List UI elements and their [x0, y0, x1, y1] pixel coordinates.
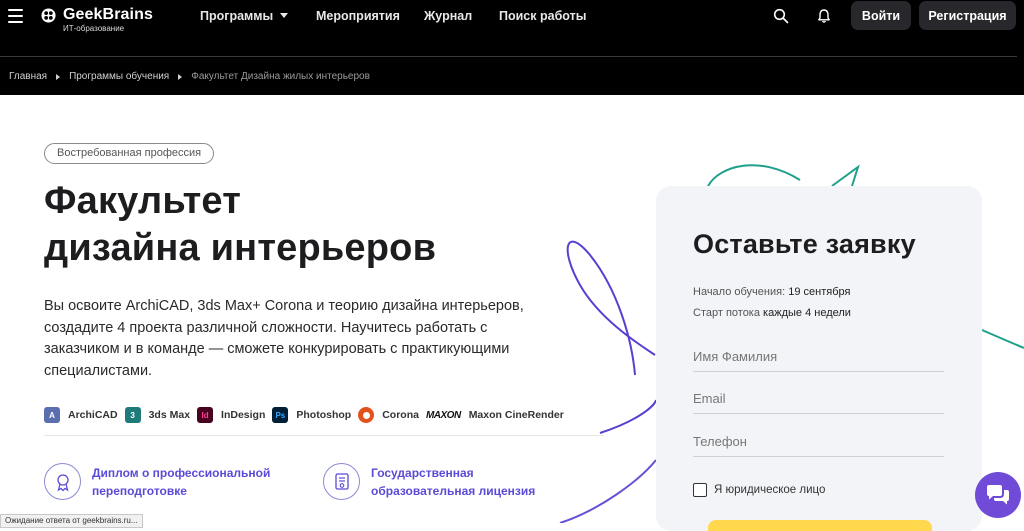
- form-title: Оставьте заявку: [693, 229, 916, 259]
- feature-line: Диплом о профессиональной: [92, 465, 271, 480]
- tool-3dsmax: 3 3ds Max: [124, 407, 191, 423]
- tools-list: A ArchiCAD 3 3ds Max Id InDesign Ps Phot…: [44, 406, 571, 424]
- breadcrumb-current: Факультет Дизайна жилых интерьеров: [191, 71, 370, 82]
- breadcrumb-separator-icon: [178, 73, 183, 80]
- email-input[interactable]: [693, 383, 944, 414]
- submit-button[interactable]: [708, 520, 932, 531]
- stream-info: Старт потока каждые 4 недели: [693, 307, 851, 319]
- nav-programs[interactable]: Программы: [200, 9, 273, 23]
- tool-label: Maxon CineRender: [468, 409, 564, 421]
- tool-label: ArchiCAD: [68, 409, 118, 421]
- tool-archicad: A ArchiCAD: [44, 407, 118, 423]
- geekbrains-logo-icon: [41, 8, 56, 23]
- hamburger-menu-icon[interactable]: [8, 9, 23, 23]
- start-date-value: 19 сентября: [788, 286, 851, 298]
- stream-label: Старт потока: [693, 307, 760, 319]
- tool-label: Photoshop: [296, 409, 352, 421]
- page-title-line2: дизайна интерьеров: [44, 227, 437, 269]
- archicad-icon: A: [44, 407, 60, 423]
- application-form: Оставьте заявку Начало обучения: 19 сент…: [656, 186, 982, 531]
- tool-label: Corona: [382, 409, 419, 421]
- feature-line: образовательная лицензия: [371, 483, 536, 498]
- feature-license: Государственная образовательная лицензия: [323, 463, 535, 500]
- chat-button[interactable]: [975, 472, 1021, 518]
- chevron-down-icon[interactable]: [280, 13, 288, 18]
- start-date-info: Начало обучения: 19 сентября: [693, 286, 850, 298]
- browser-status-bar: Ожидание ответа от geekbrains.ru...: [0, 514, 143, 528]
- indesign-icon: Id: [197, 407, 214, 423]
- search-icon[interactable]: [773, 8, 789, 24]
- hero-description: Вы освоите ArchiCAD, 3ds Max+ Corona и т…: [44, 298, 524, 379]
- legal-entity-row: Я юридическое лицо: [693, 483, 825, 497]
- register-button[interactable]: Регистрация: [919, 1, 1016, 30]
- stream-value: каждые 4 недели: [763, 307, 851, 319]
- photoshop-icon: Ps: [272, 407, 289, 423]
- tool-maxon: MAXON Maxon CineRender: [426, 409, 564, 421]
- feature-diploma: Диплом о профессиональной переподготовке: [44, 463, 270, 500]
- main-nav: GeekBrains ИТ-образование Программы Меро…: [0, 0, 1024, 33]
- breadcrumb-home[interactable]: Главная: [9, 71, 47, 82]
- tools-divider: [44, 435, 604, 436]
- tool-label: InDesign: [221, 409, 266, 421]
- start-date-label: Начало обучения:: [693, 286, 786, 298]
- page-title-line1: Факультет: [44, 180, 242, 222]
- bell-icon[interactable]: [816, 8, 832, 24]
- logo-tagline: ИТ-образование: [63, 24, 125, 33]
- tool-label: 3ds Max: [148, 409, 191, 421]
- phone-input[interactable]: [693, 426, 944, 457]
- diploma-seal-icon: [44, 463, 81, 500]
- logo-name: GeekBrains: [63, 6, 153, 23]
- nav-journal[interactable]: Журнал: [424, 9, 472, 23]
- page-title: Факультет дизайна интерьеров: [44, 178, 436, 272]
- legal-entity-checkbox[interactable]: [693, 483, 707, 497]
- nav-events[interactable]: Мероприятия: [316, 9, 400, 23]
- login-button[interactable]: Войти: [851, 1, 911, 30]
- breadcrumb-separator-icon: [56, 73, 61, 80]
- maxon-logo: MAXON: [425, 409, 461, 421]
- feature-line: Государственная: [371, 465, 474, 480]
- site-header: GeekBrains ИТ-образование Программы Меро…: [0, 0, 1024, 95]
- tool-photoshop: Ps Photoshop: [272, 407, 351, 423]
- corona-icon: [358, 407, 375, 423]
- license-document-icon: [323, 463, 360, 500]
- tool-corona: Corona: [358, 407, 419, 423]
- legal-entity-label: Я юридическое лицо: [714, 484, 826, 496]
- tool-indesign: Id InDesign: [197, 407, 265, 423]
- header-divider: [0, 56, 1017, 57]
- 3dsmax-icon: 3: [124, 407, 141, 423]
- nav-job-search[interactable]: Поиск работы: [499, 9, 586, 23]
- profession-badge: Востребованная профессия: [44, 143, 215, 164]
- feature-line: переподготовке: [92, 483, 187, 498]
- breadcrumb: Главная Программы обучения Факультет Диз…: [9, 71, 370, 82]
- name-input[interactable]: [693, 341, 944, 372]
- breadcrumb-programs[interactable]: Программы обучения: [69, 71, 169, 82]
- chat-bubbles-icon: [987, 485, 1009, 505]
